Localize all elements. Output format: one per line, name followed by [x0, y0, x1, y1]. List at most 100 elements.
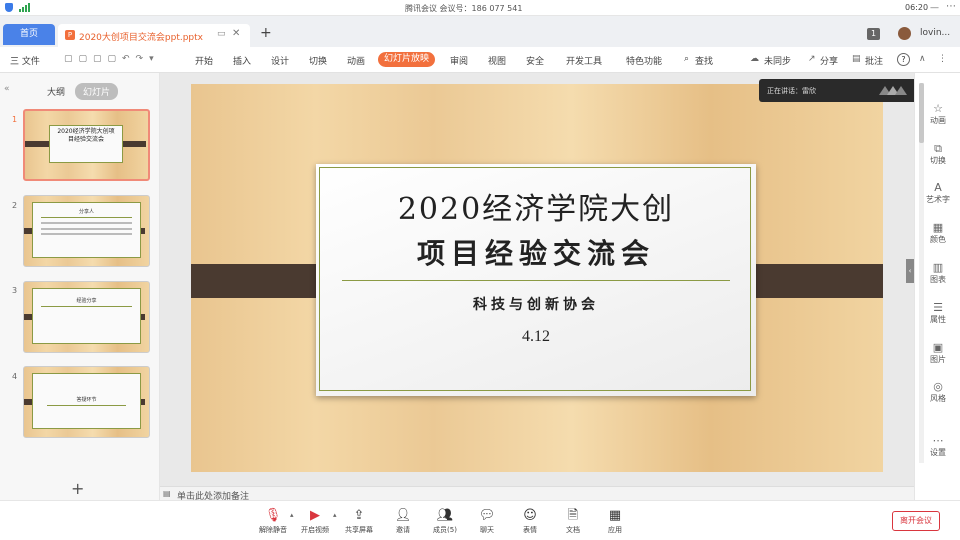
menu-security[interactable]: 安全 [526, 54, 544, 67]
slide-thumbnail-2[interactable]: 分享人 [23, 195, 150, 267]
scrollbar-thumb[interactable] [919, 83, 924, 143]
share-screen-icon: ⇪ [353, 508, 365, 523]
thumb-title: 2020经济学院大创项目经验交流会 [57, 128, 115, 143]
members-icon: 👥︎ [436, 508, 454, 523]
search-icon[interactable]: ⌕ [684, 54, 689, 64]
clock-time: 06:20 [905, 3, 929, 12]
animation-tool-label: 动画 [930, 116, 946, 125]
share-icon: ↗ [808, 54, 816, 64]
invite-button[interactable]: 👤︎ 邀请 [386, 507, 420, 535]
start-video-button-label: 开启视频 [301, 526, 329, 534]
window-icon[interactable]: ▭ [217, 29, 226, 39]
slide-number: 3 [12, 286, 18, 295]
right-tool-panel: ☆ 动画 ⧉ 切换 A 艺术字 ▦ 颜色 ▥ 图表 ☰ 属性 ▣ 图片 ◎ 风格 ⋯ 设置 [914, 73, 960, 500]
title-divider [342, 280, 730, 281]
speaking-indicator: 正在讲话：雷欣 [759, 79, 931, 102]
menu-transition[interactable]: 切换 [309, 54, 327, 67]
new-tab-button[interactable]: + [260, 25, 272, 41]
mic-off-icon: 🎙︎ [264, 508, 282, 523]
slide-thumbnail-1[interactable]: 2020经济学院大创项目经验交流会 [23, 109, 150, 181]
slide-subtitle[interactable]: 科技与创新协会 [316, 294, 756, 314]
user-name[interactable]: lovin... [920, 28, 950, 38]
left-dark-bar [191, 264, 331, 298]
slide-number: 2 [12, 201, 18, 210]
slide-thumbnail-3[interactable]: 经验分享 [23, 281, 150, 353]
add-slide-button[interactable]: + [71, 481, 84, 497]
document-tab-bar: 首页 P 2020大创项目交流会ppt.pptx ▭ ✕ + 1 lovin..… [0, 16, 960, 47]
share-screen-button[interactable]: ⇪ 共享屏幕 [342, 507, 376, 535]
slide-date[interactable]: 4.12 [316, 328, 756, 346]
slide-title-line2[interactable]: 项目经验交流会 [316, 232, 756, 272]
comment-button[interactable]: 批注 [865, 54, 883, 67]
close-tab-icon[interactable]: ✕ [232, 28, 240, 39]
thumb-title: 分享人 [78, 209, 94, 215]
search-button[interactable]: 查找 [695, 54, 713, 67]
home-tab[interactable]: 首页 [3, 24, 55, 45]
file-tab[interactable]: P 2020大创项目交流会ppt.pptx ▭ ✕ [58, 24, 250, 47]
apps-button[interactable]: ▦ 应用 [598, 507, 632, 535]
wordart-tool-label: 艺术字 [926, 195, 950, 204]
chat-button[interactable]: 💬︎ 聊天 [470, 507, 504, 535]
minimize-icon[interactable]: — [930, 3, 939, 13]
overflow-icon[interactable]: ⋮ [938, 54, 947, 64]
slide-thumbnail-4[interactable]: 答疑环节 [23, 366, 150, 438]
audio-options-chevron[interactable]: ▴ [290, 511, 294, 519]
speaking-text: 正在讲话：雷欣 [767, 87, 816, 95]
file-menu[interactable]: 三 文件 [10, 54, 40, 67]
emoji-button-label: 表情 [523, 526, 537, 534]
share-screen-button-label: 共享屏幕 [345, 526, 373, 534]
meeting-top-bar: 腾讯会议 会议号：186 077 541 06:20 — ⋯ [0, 0, 960, 16]
collapse-ribbon-icon[interactable]: ∧ [919, 54, 926, 64]
slide-number: 4 [12, 372, 18, 381]
panel-collapse-arrow[interactable]: ‹ [906, 259, 914, 283]
vertical-scrollbar[interactable] [919, 83, 924, 463]
sync-status[interactable]: 未同步 [764, 54, 791, 67]
menu-insert[interactable]: 插入 [233, 54, 251, 67]
comment-icon: ▤ [852, 54, 861, 64]
help-icon[interactable]: ? [897, 53, 910, 66]
document-button-label: 文档 [566, 526, 580, 534]
add-user-icon: 👤︎ [394, 508, 412, 523]
share-button[interactable]: 分享 [820, 54, 838, 67]
menu-review[interactable]: 审阅 [450, 54, 468, 67]
menu-animation[interactable]: 动画 [347, 54, 365, 67]
notes-area[interactable]: ▤ 单击此处添加备注 [160, 486, 914, 502]
start-video-button[interactable]: ▶︎ 开启视频 [298, 507, 332, 535]
title-card[interactable]: 2020经济学院大创 项目经验交流会 科技与创新协会 4.12 [316, 164, 756, 396]
style-tool-label: 风格 [930, 394, 946, 403]
members-button[interactable]: 👥︎ 成员(5) [428, 507, 462, 535]
main-slide[interactable]: 2020经济学院大创 项目经验交流会 科技与创新协会 4.12 [191, 84, 883, 472]
thumb-title: 经验分享 [76, 298, 97, 304]
menu-features[interactable]: 特色功能 [626, 54, 662, 67]
video-options-chevron[interactable]: ▴ [333, 511, 337, 519]
toolbar-quick-icons[interactable]: ▢▢▢▢↶↷▾ [64, 54, 160, 64]
ribbon-menu: 三 文件 ▢▢▢▢↶↷▾ 开始 插入 设计 切换 动画 幻灯片放映 审阅 视图 … [0, 47, 960, 73]
settings-tool-label: 设置 [930, 448, 946, 457]
mic-activity-icon [877, 83, 907, 97]
slide-title-line1[interactable]: 2020经济学院大创 [316, 184, 756, 228]
menu-view[interactable]: 视图 [488, 54, 506, 67]
slide-editor-canvas: 2020经济学院大创 项目经验交流会 科技与创新协会 4.12 ‹ [160, 73, 914, 486]
avatar[interactable] [898, 27, 911, 40]
meeting-info: 腾讯会议 会议号：186 077 541 [405, 4, 523, 13]
leave-meeting-button[interactable]: 离开会议 [892, 511, 940, 531]
unmute-button[interactable]: 🎙︎ 解除静音 [256, 507, 290, 535]
pptx-file-icon: P [65, 30, 75, 40]
properties-tool-label: 属性 [930, 315, 946, 324]
menu-developer[interactable]: 开发工具 [566, 54, 602, 67]
collapse-sidebar-icon[interactable]: « [4, 84, 10, 94]
document-icon: 🗎 [567, 508, 579, 523]
menu-slideshow-active[interactable]: 幻灯片放映 [378, 52, 436, 67]
right-dark-bar [743, 264, 883, 298]
emoji-button[interactable]: ☺ 表情 [513, 507, 547, 535]
color-tool-label: 颜色 [930, 235, 946, 244]
tab-outline[interactable]: 大纲 [47, 85, 65, 98]
smiley-icon: ☺ [523, 508, 537, 523]
menu-design[interactable]: 设计 [271, 54, 289, 67]
more-icon[interactable]: ⋯ [946, 1, 956, 12]
document-button[interactable]: 🗎 文档 [556, 507, 590, 535]
menu-start[interactable]: 开始 [195, 54, 213, 67]
window-count-badge[interactable]: 1 [867, 28, 880, 40]
apps-grid-icon: ▦ [608, 508, 622, 523]
tab-slides[interactable]: 幻灯片 [75, 83, 119, 100]
